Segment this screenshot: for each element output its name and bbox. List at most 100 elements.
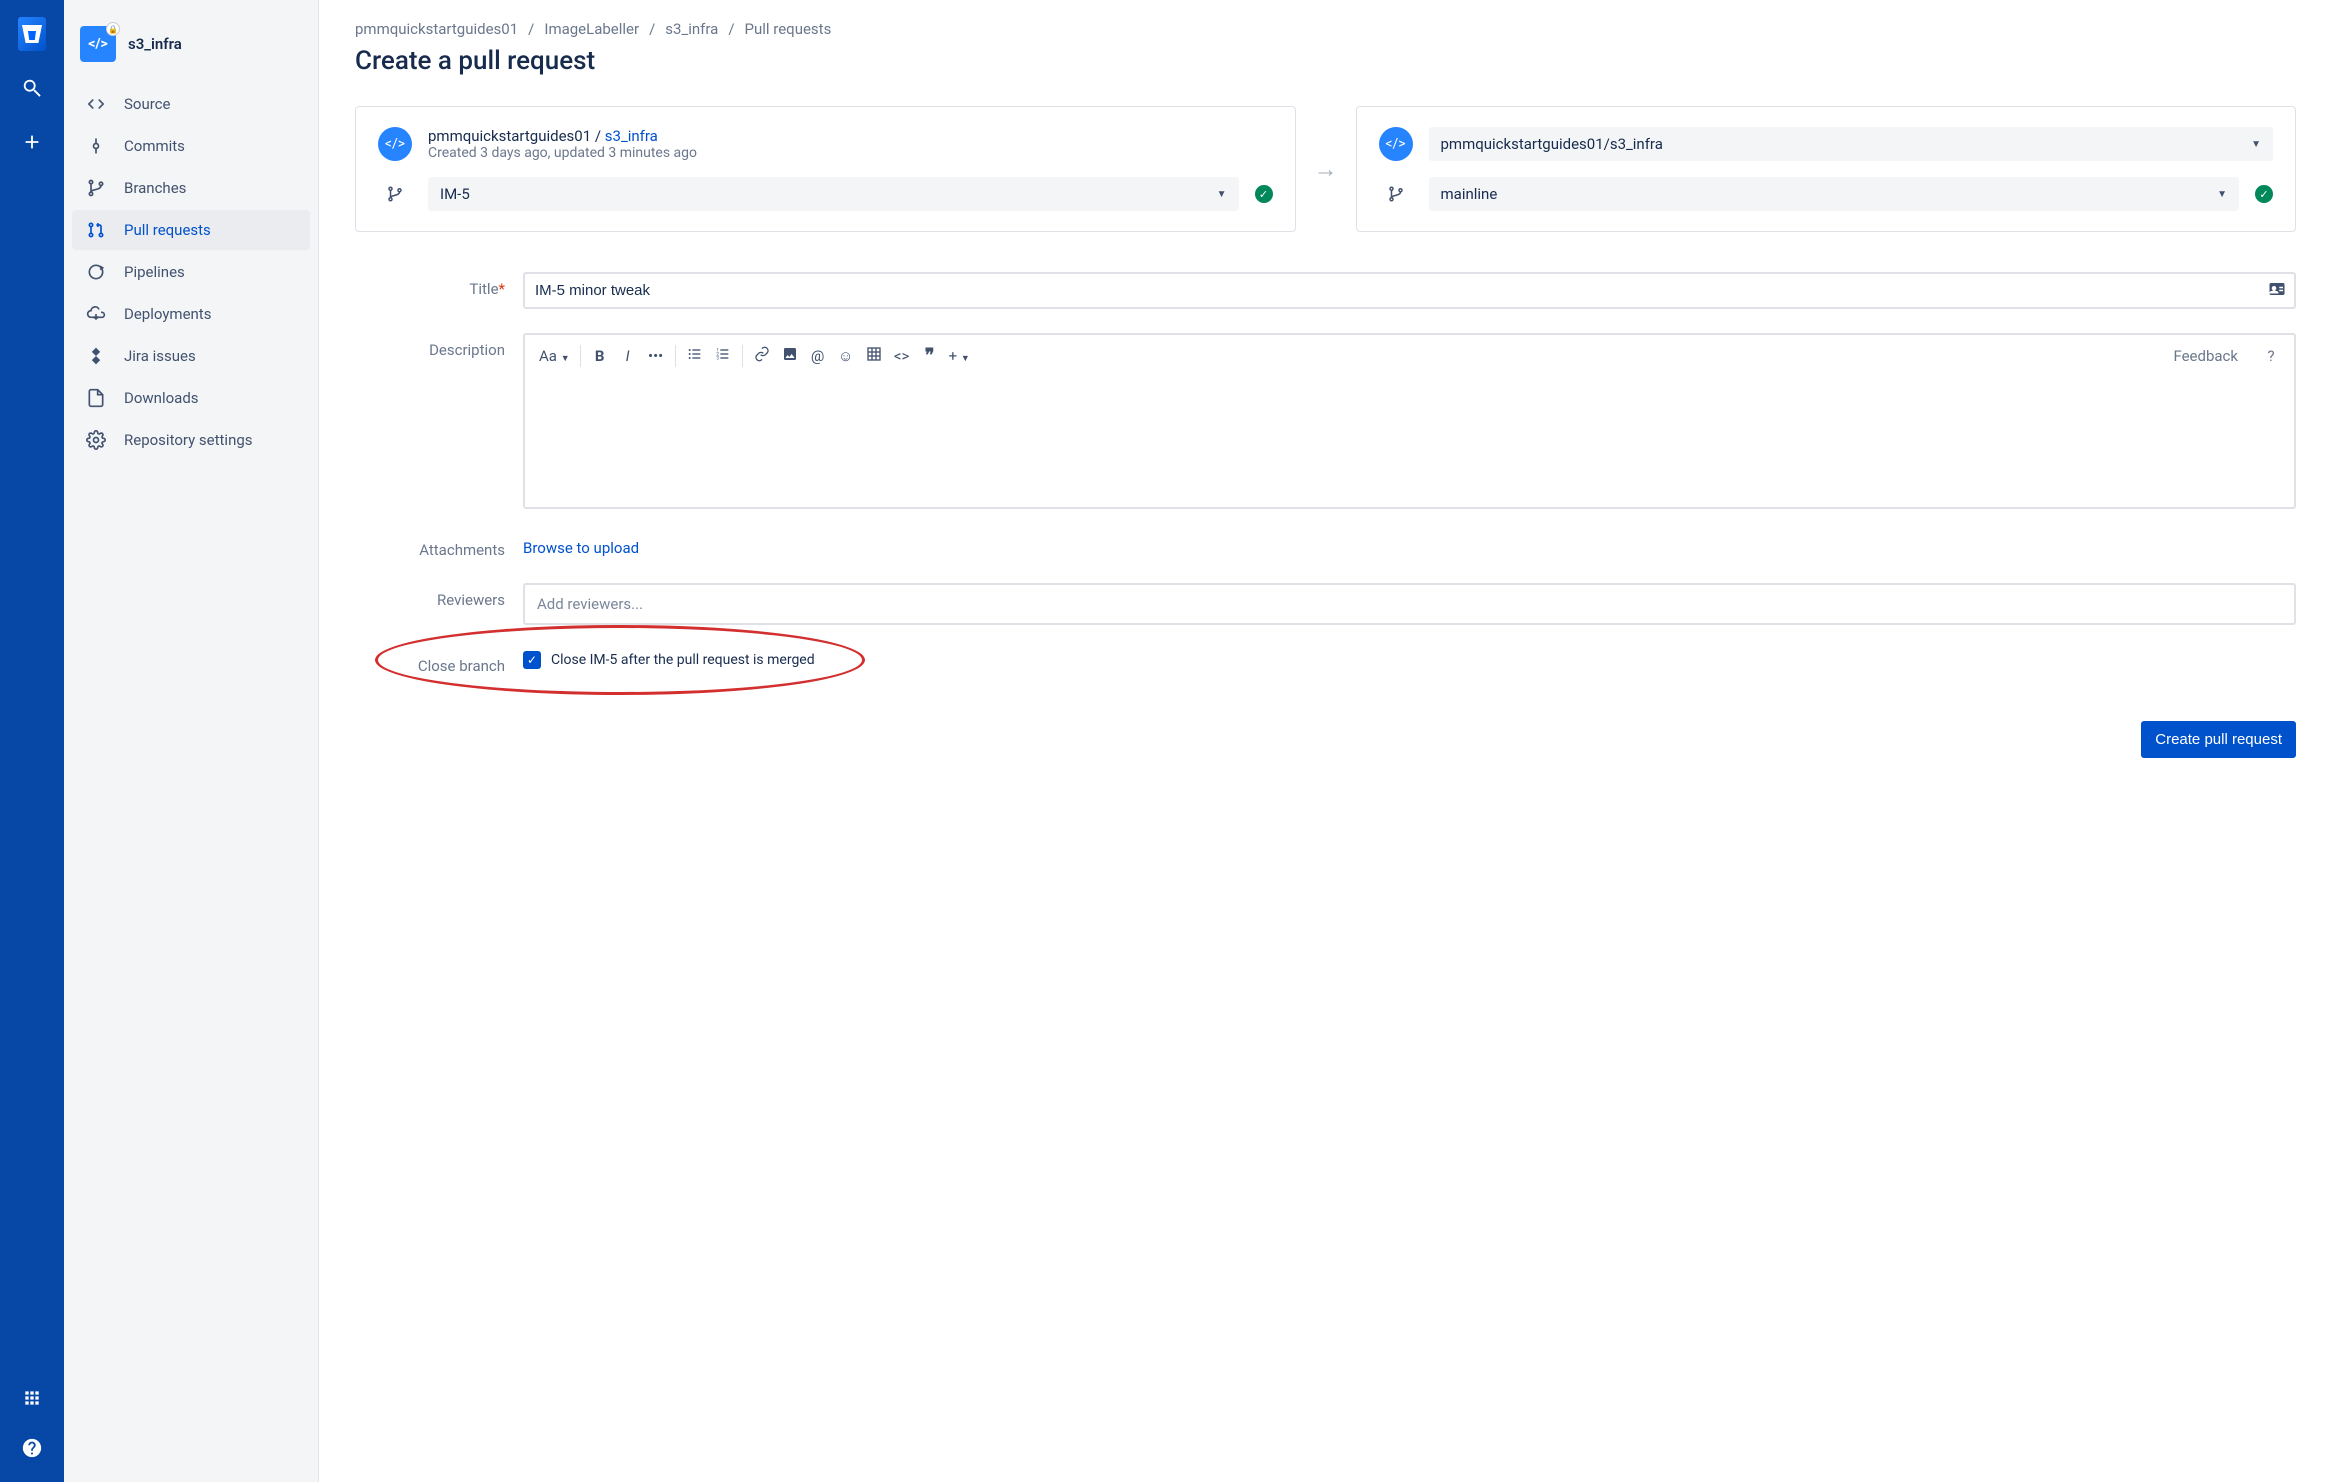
global-nav bbox=[0, 0, 64, 1482]
create-icon[interactable] bbox=[18, 128, 46, 156]
dest-branch-select[interactable]: mainline ▼ bbox=[1429, 177, 2240, 211]
chevron-down-icon: ▼ bbox=[2251, 139, 2261, 150]
arrow-right-icon: → bbox=[1314, 155, 1338, 184]
lock-icon: 🔒 bbox=[106, 22, 120, 36]
source-repo-subtext: Created 3 days ago, updated 3 minutes ag… bbox=[428, 145, 697, 161]
breadcrumb-item[interactable]: s3_infra bbox=[665, 20, 718, 38]
sidebar-item-label: Deployments bbox=[124, 305, 211, 323]
status-success-icon: ✓ bbox=[1255, 185, 1273, 203]
attachments-label: Attachments bbox=[355, 533, 505, 559]
description-textarea[interactable] bbox=[525, 377, 2294, 507]
sidebar-item-label: Branches bbox=[124, 179, 186, 197]
sidebar-item-deployments[interactable]: Deployments bbox=[72, 294, 310, 334]
sidebar-item-jira-issues[interactable]: Jira issues bbox=[72, 336, 310, 376]
dest-branch-value: mainline bbox=[1441, 185, 1498, 203]
sidebar-item-pipelines[interactable]: Pipelines bbox=[72, 252, 310, 292]
dest-repo-value: pmmquickstartguides01/s3_infra bbox=[1441, 135, 1663, 153]
repo-avatar-icon: </> 🔒 bbox=[80, 26, 116, 62]
emoji-button[interactable]: ☺ bbox=[837, 347, 855, 365]
commit-icon bbox=[86, 136, 106, 156]
browse-upload-link[interactable]: Browse to upload bbox=[523, 533, 639, 557]
branches-icon bbox=[86, 178, 106, 198]
title-input[interactable] bbox=[523, 272, 2296, 309]
breadcrumb-item[interactable]: pmmquickstartguides01 bbox=[355, 20, 518, 38]
description-editor: Aa ▼ B I ••• bbox=[523, 333, 2296, 509]
title-label: Title* bbox=[355, 272, 505, 298]
description-label: Description bbox=[355, 333, 505, 359]
nav-list: Source Commits Branches Pull requests Pi… bbox=[72, 84, 310, 460]
number-list-button[interactable]: 123 bbox=[714, 346, 732, 366]
text-style-button[interactable]: Aa ▼ bbox=[539, 347, 570, 365]
sidebar-item-pull-requests[interactable]: Pull requests bbox=[72, 210, 310, 250]
contact-card-icon[interactable] bbox=[2268, 280, 2286, 302]
sidebar-item-source[interactable]: Source bbox=[72, 84, 310, 124]
pull-request-icon bbox=[86, 220, 106, 240]
code-button[interactable]: <> bbox=[893, 347, 911, 365]
status-success-icon: ✓ bbox=[2255, 185, 2273, 203]
sidebar-item-label: Commits bbox=[124, 137, 185, 155]
repo-icon: </> bbox=[1379, 127, 1413, 161]
help-button[interactable]: ? bbox=[2262, 347, 2280, 365]
sidebar: </> 🔒 s3_infra Source Commits Branches P… bbox=[64, 0, 319, 1482]
bitbucket-logo-icon[interactable] bbox=[18, 20, 46, 48]
source-branch-select[interactable]: IM-5 ▼ bbox=[428, 177, 1239, 211]
reviewers-input[interactable]: Add reviewers... bbox=[523, 583, 2296, 625]
repo-name: s3_infra bbox=[128, 35, 182, 53]
bold-button[interactable]: B bbox=[591, 347, 609, 365]
italic-button[interactable]: I bbox=[619, 347, 637, 365]
reviewers-label: Reviewers bbox=[355, 583, 505, 609]
bullet-list-button[interactable] bbox=[686, 346, 704, 366]
breadcrumb-item[interactable]: Pull requests bbox=[745, 20, 832, 38]
branch-comparison: </> pmmquickstartguides01 / s3_infra Cre… bbox=[355, 106, 2296, 232]
sidebar-item-label: Pull requests bbox=[124, 221, 211, 239]
code-icon bbox=[86, 94, 106, 114]
more-formatting-button[interactable]: ••• bbox=[647, 347, 665, 365]
chevron-down-icon: ▼ bbox=[1217, 189, 1227, 200]
search-icon[interactable] bbox=[18, 74, 46, 102]
help-icon[interactable] bbox=[18, 1434, 46, 1462]
feedback-button[interactable]: Feedback bbox=[2173, 347, 2238, 365]
breadcrumb-sep: / bbox=[649, 20, 655, 38]
dest-branch-panel: </> pmmquickstartguides01/s3_infra ▼ mai… bbox=[1356, 106, 2297, 232]
create-pull-request-button[interactable]: Create pull request bbox=[2141, 721, 2296, 758]
breadcrumb-sep: / bbox=[528, 20, 534, 38]
breadcrumb-sep: / bbox=[728, 20, 734, 38]
main-content: pmmquickstartguides01 / ImageLabeller / … bbox=[319, 0, 2332, 1482]
svg-text:3: 3 bbox=[716, 355, 719, 361]
mention-button[interactable]: @ bbox=[809, 347, 827, 365]
branch-icon bbox=[378, 185, 412, 203]
sidebar-item-label: Repository settings bbox=[124, 431, 253, 449]
insert-button[interactable]: + ▼ bbox=[949, 347, 970, 365]
sidebar-item-commits[interactable]: Commits bbox=[72, 126, 310, 166]
image-button[interactable] bbox=[781, 346, 799, 366]
close-branch-checkbox[interactable]: ✓ bbox=[523, 651, 541, 669]
breadcrumb: pmmquickstartguides01 / ImageLabeller / … bbox=[355, 20, 2296, 38]
table-button[interactable] bbox=[865, 346, 883, 366]
breadcrumb-item[interactable]: ImageLabeller bbox=[544, 20, 639, 38]
sidebar-item-repository-settings[interactable]: Repository settings bbox=[72, 420, 310, 460]
dest-repo-select[interactable]: pmmquickstartguides01/s3_infra ▼ bbox=[1429, 127, 2274, 161]
sidebar-item-branches[interactable]: Branches bbox=[72, 168, 310, 208]
sidebar-item-label: Pipelines bbox=[124, 263, 185, 281]
chevron-down-icon: ▼ bbox=[2217, 189, 2227, 200]
sidebar-item-label: Source bbox=[124, 95, 170, 113]
sidebar-item-label: Downloads bbox=[124, 389, 199, 407]
close-branch-label: Close branch bbox=[355, 649, 505, 675]
repo-icon: </> bbox=[378, 127, 412, 161]
jira-icon bbox=[86, 346, 106, 366]
link-button[interactable] bbox=[753, 346, 771, 366]
apps-icon[interactable] bbox=[18, 1384, 46, 1412]
sidebar-item-label: Jira issues bbox=[124, 347, 196, 365]
quote-button[interactable]: ❞ bbox=[921, 349, 939, 363]
source-branch-value: IM-5 bbox=[440, 185, 470, 203]
downloads-icon bbox=[86, 388, 106, 408]
deployments-icon bbox=[86, 304, 106, 324]
repo-header[interactable]: </> 🔒 s3_infra bbox=[72, 20, 310, 82]
editor-toolbar: Aa ▼ B I ••• bbox=[525, 335, 2294, 377]
source-repo-text: pmmquickstartguides01 / s3_infra bbox=[428, 127, 697, 145]
sidebar-item-downloads[interactable]: Downloads bbox=[72, 378, 310, 418]
branch-icon bbox=[1379, 185, 1413, 203]
source-branch-panel: </> pmmquickstartguides01 / s3_infra Cre… bbox=[355, 106, 1296, 232]
close-branch-text: Close IM-5 after the pull request is mer… bbox=[551, 652, 815, 668]
pipelines-icon bbox=[86, 262, 106, 282]
